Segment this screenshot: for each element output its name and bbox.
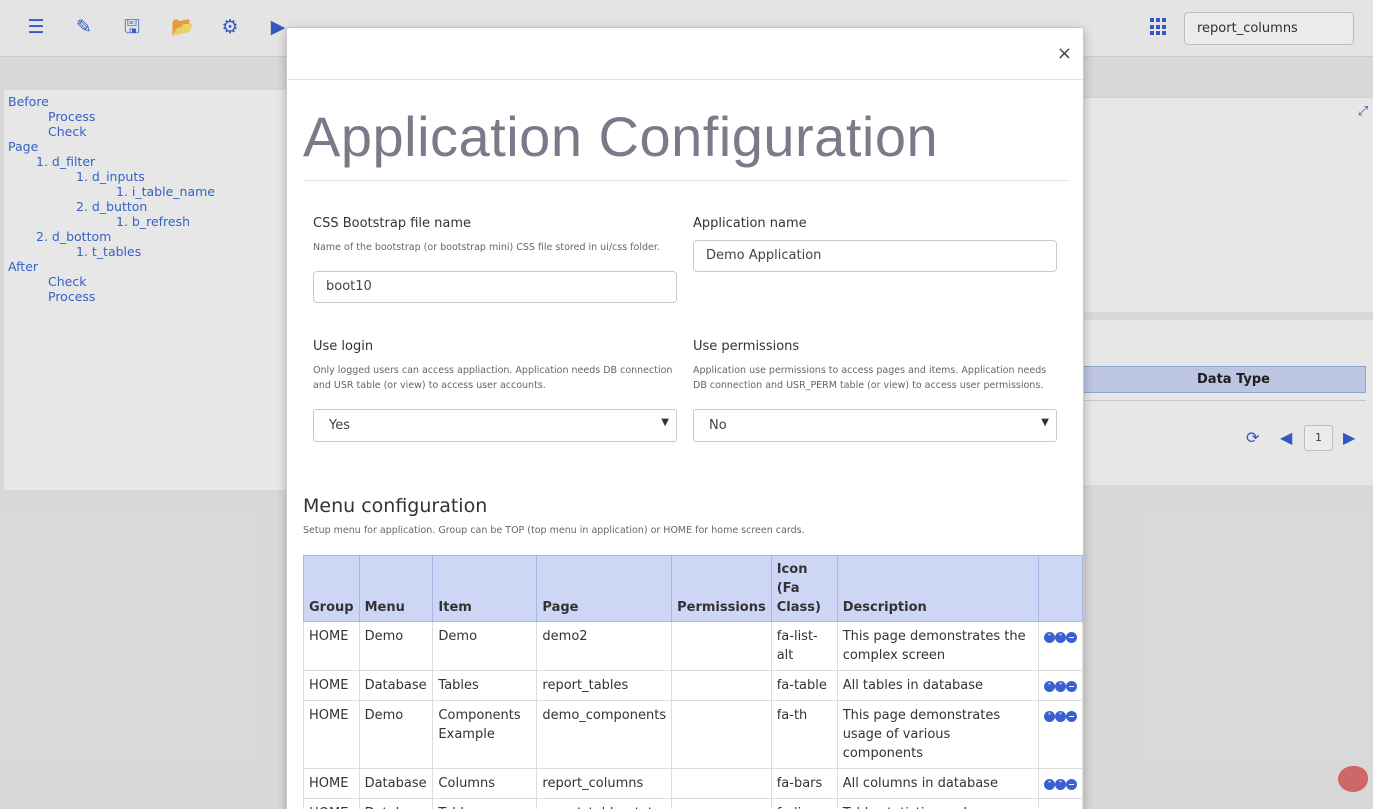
move-up-icon[interactable]: ˄	[1043, 779, 1055, 790]
row-actions: ˄˅−	[1037, 768, 1083, 799]
menu-config-help: Setup menu for application. Group can be…	[303, 525, 805, 536]
column-header-page: Page	[536, 555, 673, 622]
modal-title: Application Configuration	[303, 105, 939, 168]
css-file-label: CSS Bootstrap file name	[313, 216, 471, 231]
table-row: HOME Demo Demo demo2 fa-list-alt This page de…	[303, 621, 1083, 671]
cell-icon[interactable]: fa-th	[770, 700, 838, 769]
column-header-menu: Menu	[358, 555, 434, 622]
cell-item[interactable]: Tables	[432, 670, 538, 701]
use-permissions-value: No	[709, 418, 727, 433]
cell-menu[interactable]: Database	[358, 798, 434, 809]
remove-icon[interactable]: −	[1065, 711, 1077, 722]
cell-group[interactable]: HOME	[303, 768, 360, 799]
cell-page[interactable]: demo2	[536, 621, 673, 671]
cell-permissions[interactable]	[671, 700, 772, 769]
menu-config-title: Menu configuration	[303, 495, 488, 517]
app-config-modal: × Application Configuration CSS Bootstra…	[286, 27, 1084, 809]
row-actions: ˄˅−	[1037, 670, 1083, 701]
column-header-actions	[1037, 555, 1083, 622]
cell-icon[interactable]: fa-list-alt	[770, 621, 838, 671]
remove-icon[interactable]: −	[1065, 779, 1077, 790]
table-row: HOME Database Tables report_tables fa-table A…	[303, 670, 1083, 701]
use-permissions-label: Use permissions	[693, 339, 800, 354]
cell-menu[interactable]: Database	[358, 670, 434, 701]
cell-menu[interactable]: Demo	[358, 621, 434, 671]
cell-menu[interactable]: Database	[358, 768, 434, 799]
column-header-permissions: Permissions	[671, 555, 772, 622]
dropdown-caret-icon: ▼	[661, 417, 669, 428]
use-login-label: Use login	[313, 339, 374, 354]
table-header-row: Group Menu Item Page Permissions Icon (F…	[303, 555, 1083, 622]
cell-description[interactable]: Table statistics and histograms	[836, 798, 1039, 809]
cell-group[interactable]: HOME	[303, 670, 360, 701]
menu-config-table: Group Menu Item Page Permissions Icon (F…	[303, 555, 1083, 809]
use-login-help: Only logged users can access appliaction…	[313, 365, 673, 391]
cell-icon[interactable]: fa-table	[770, 670, 838, 701]
move-up-icon[interactable]: ˄	[1043, 632, 1055, 643]
cell-group[interactable]: HOME	[303, 621, 360, 671]
use-permissions-select[interactable]: No ▼	[693, 409, 1057, 442]
column-header-group: Group	[303, 555, 360, 622]
cell-permissions[interactable]	[671, 670, 772, 701]
use-login-select[interactable]: Yes ▼	[313, 409, 677, 442]
row-actions: ˄˅−	[1037, 621, 1083, 671]
table-row: HOME Database Columns report_columns fa-bars…	[303, 768, 1083, 799]
move-down-icon[interactable]: ˅	[1054, 779, 1066, 790]
table-row: HOME Demo Components Example demo_component…	[303, 700, 1083, 769]
app-name-label: Application name	[693, 216, 807, 231]
cell-item[interactable]: Components Example	[432, 700, 538, 769]
cell-menu[interactable]: Demo	[358, 700, 434, 769]
dropdown-caret-icon: ▼	[1041, 417, 1049, 428]
cell-item[interactable]: Table Statistics	[432, 798, 538, 809]
css-file-input[interactable]: boot10	[313, 271, 677, 303]
cell-icon[interactable]: fa-line-chart	[770, 798, 838, 809]
modal-header: ×	[287, 28, 1083, 80]
cell-description[interactable]: This page demonstrates usage of various …	[836, 700, 1039, 769]
row-actions: ˄˅−	[1037, 798, 1083, 809]
cell-page[interactable]: demo_components	[536, 700, 673, 769]
cell-permissions[interactable]	[671, 621, 772, 671]
cell-item[interactable]: Columns	[432, 768, 538, 799]
close-button[interactable]: ×	[1057, 44, 1072, 64]
cell-group[interactable]: HOME	[303, 700, 360, 769]
cell-permissions[interactable]	[671, 798, 772, 809]
app-name-input[interactable]: Demo Application	[693, 240, 1057, 272]
cell-permissions[interactable]	[671, 768, 772, 799]
cell-description[interactable]: All columns in database	[836, 768, 1039, 799]
move-up-icon[interactable]: ˄	[1043, 681, 1055, 692]
css-file-help: Name of the bootstrap (or bootstrap mini…	[313, 242, 660, 253]
cell-group[interactable]: HOME	[303, 798, 360, 809]
cell-page[interactable]: report_table_stat	[536, 798, 673, 809]
move-down-icon[interactable]: ˅	[1054, 681, 1066, 692]
remove-icon[interactable]: −	[1065, 681, 1077, 692]
divider	[303, 180, 1069, 181]
cell-description[interactable]: This page demonstrates the complex scree…	[836, 621, 1039, 671]
column-header-icon: Icon (Fa Class)	[770, 555, 838, 622]
table-row: HOMEDatabaseTable Statisticsreport_table…	[303, 798, 1083, 809]
row-actions: ˄˅−	[1037, 700, 1083, 769]
column-header-description: Description	[836, 555, 1039, 622]
cell-icon[interactable]: fa-bars	[770, 768, 838, 799]
use-login-value: Yes	[329, 418, 350, 433]
column-header-item: Item	[432, 555, 538, 622]
remove-icon[interactable]: −	[1065, 632, 1077, 643]
move-up-icon[interactable]: ˄	[1043, 711, 1055, 722]
cell-description[interactable]: All tables in database	[836, 670, 1039, 701]
move-down-icon[interactable]: ˅	[1054, 632, 1066, 643]
move-down-icon[interactable]: ˅	[1054, 711, 1066, 722]
cell-item[interactable]: Demo	[432, 621, 538, 671]
cell-page[interactable]: report_columns	[536, 768, 673, 799]
use-permissions-help: Application use permissions to access pa…	[693, 365, 1047, 391]
cell-page[interactable]: report_tables	[536, 670, 673, 701]
